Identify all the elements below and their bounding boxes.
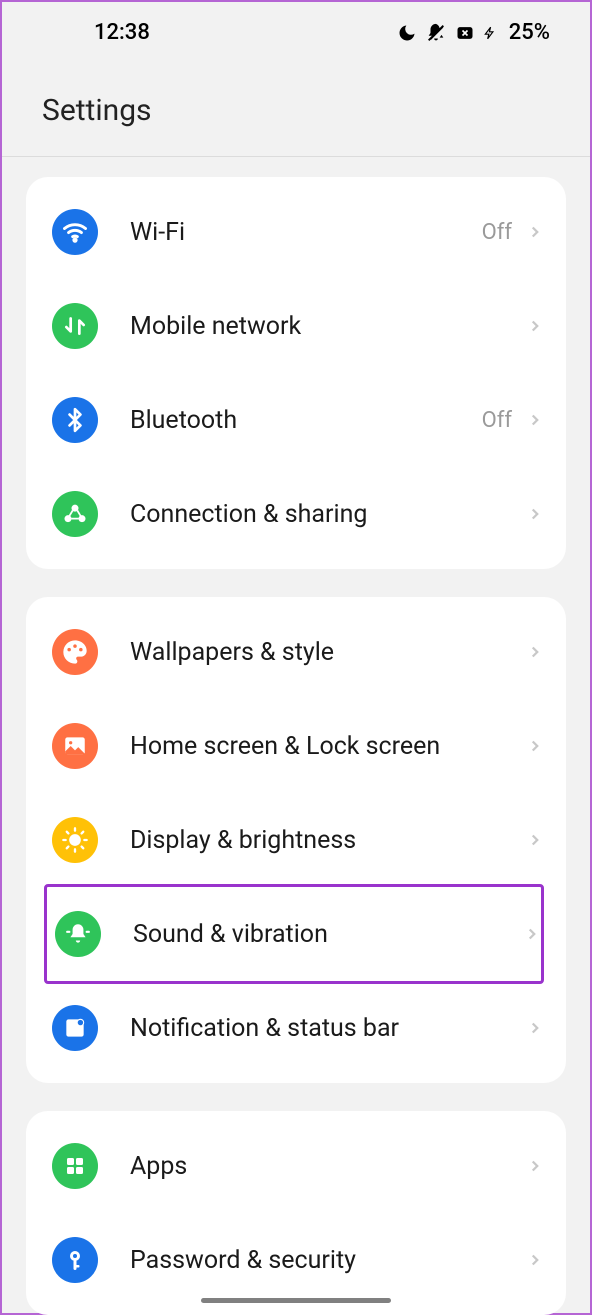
chevron-right-icon xyxy=(526,831,544,849)
row-status: Off xyxy=(482,220,512,245)
row-label: Mobile network xyxy=(130,312,526,341)
charging-icon xyxy=(483,22,497,44)
row-mobile-network[interactable]: Mobile network xyxy=(26,279,566,373)
status-time: 12:38 xyxy=(94,20,150,45)
row-label: Password & security xyxy=(130,1246,526,1275)
chevron-right-icon xyxy=(526,1019,544,1037)
row-password-security[interactable]: Password & security xyxy=(26,1213,566,1307)
row-home-lock-screen[interactable]: Home screen & Lock screen xyxy=(26,699,566,793)
row-wallpapers[interactable]: Wallpapers & style xyxy=(26,605,566,699)
row-connection-sharing[interactable]: Connection & sharing xyxy=(26,467,566,561)
chevron-right-icon xyxy=(526,223,544,241)
row-label: Display & brightness xyxy=(130,826,526,855)
row-label: Sound & vibration xyxy=(133,920,523,949)
page-title: Settings xyxy=(2,55,590,156)
chevron-right-icon xyxy=(523,925,541,943)
row-bluetooth[interactable]: Bluetooth Off xyxy=(26,373,566,467)
chevron-right-icon xyxy=(526,1251,544,1269)
chevron-right-icon xyxy=(526,505,544,523)
connection-sharing-icon xyxy=(52,491,98,537)
row-label: Apps xyxy=(130,1152,526,1181)
row-notification-status-bar[interactable]: Notification & status bar xyxy=(26,981,566,1075)
row-label: Bluetooth xyxy=(130,406,482,435)
image-icon xyxy=(52,723,98,769)
settings-group-system: Apps Password & security xyxy=(26,1111,566,1315)
chevron-right-icon xyxy=(526,1157,544,1175)
settings-group-connectivity: Wi-Fi Off Mobile network Bluetooth Off C… xyxy=(26,177,566,569)
moon-icon xyxy=(397,23,417,43)
content: Wi-Fi Off Mobile network Bluetooth Off C… xyxy=(2,157,590,1315)
wifi-icon xyxy=(52,209,98,255)
notification-icon xyxy=(52,1005,98,1051)
home-indicator[interactable] xyxy=(201,1298,391,1303)
status-bar: 12:38 25% xyxy=(2,2,590,55)
key-icon xyxy=(52,1237,98,1283)
settings-group-personalization: Wallpapers & style Home screen & Lock sc… xyxy=(26,597,566,1083)
sun-icon xyxy=(52,817,98,863)
chevron-right-icon xyxy=(526,643,544,661)
bell-icon xyxy=(55,911,101,957)
row-status: Off xyxy=(482,408,512,433)
chevron-right-icon xyxy=(526,317,544,335)
row-apps[interactable]: Apps xyxy=(26,1119,566,1213)
battery-saver-icon xyxy=(455,23,475,43)
row-display-brightness[interactable]: Display & brightness xyxy=(26,793,566,887)
mobile-network-icon xyxy=(52,303,98,349)
palette-icon xyxy=(52,629,98,675)
bluetooth-icon xyxy=(52,397,98,443)
row-label: Wi-Fi xyxy=(130,218,482,247)
row-sound-vibration[interactable]: Sound & vibration xyxy=(44,884,544,984)
row-label: Wallpapers & style xyxy=(130,638,526,667)
apps-icon xyxy=(52,1143,98,1189)
battery-percentage: 25% xyxy=(509,20,550,45)
mute-icon xyxy=(425,22,447,44)
chevron-right-icon xyxy=(526,411,544,429)
row-label: Home screen & Lock screen xyxy=(130,732,526,761)
row-label: Connection & sharing xyxy=(130,500,526,529)
row-wifi[interactable]: Wi-Fi Off xyxy=(26,185,566,279)
chevron-right-icon xyxy=(526,737,544,755)
row-label: Notification & status bar xyxy=(130,1014,526,1043)
status-right: 25% xyxy=(397,20,550,45)
